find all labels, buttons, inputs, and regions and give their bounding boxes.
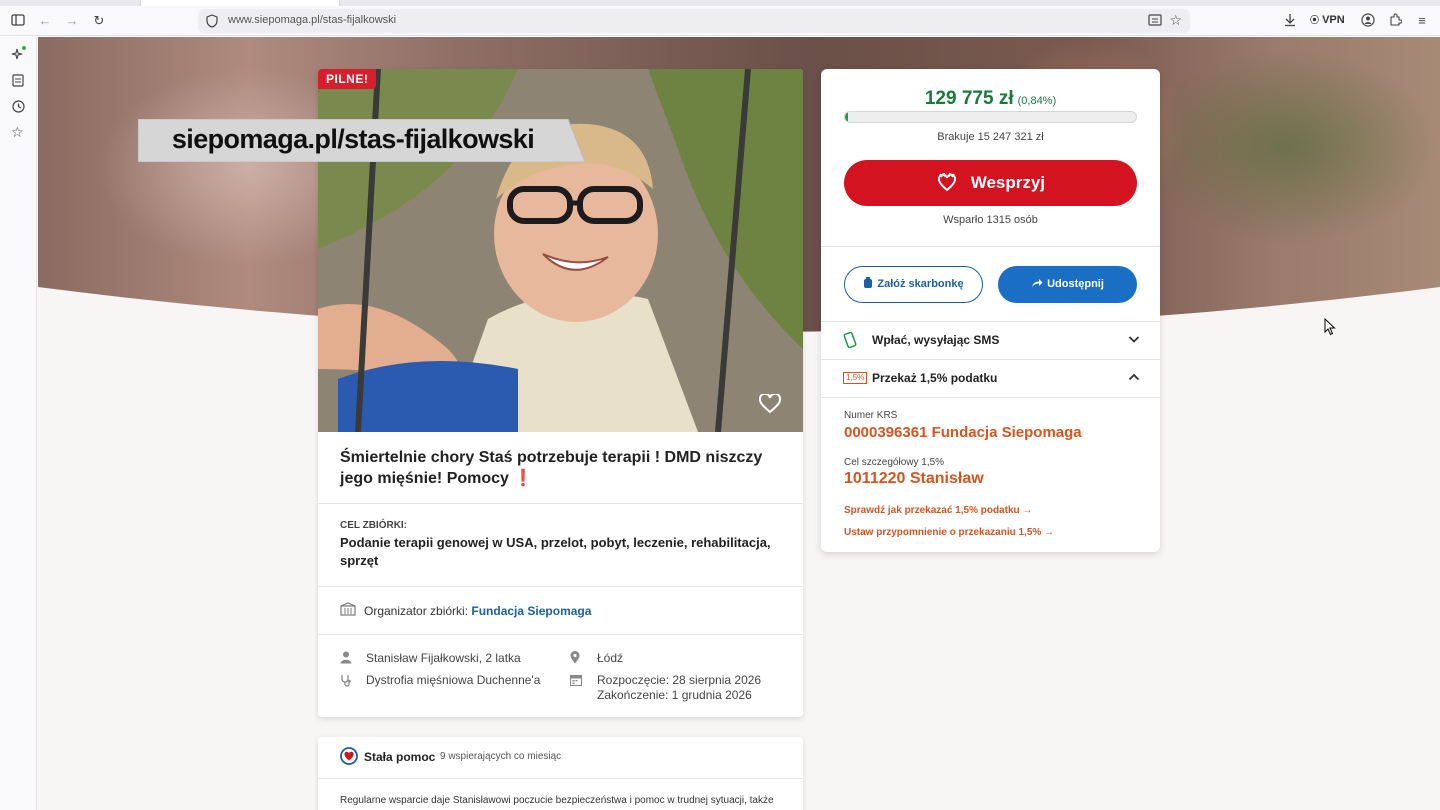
raised-amount: 129 775 zł (0,84%) [821,88,1160,110]
progress-fill [845,112,848,122]
support-button[interactable]: Wesprzyj [844,160,1137,206]
mouse-cursor-icon [1324,318,1336,336]
divider [821,397,1160,398]
constant-help-title: Stała pomoc [364,750,436,764]
supported-count: Wsparło 1315 osób [943,214,1038,226]
organizer: Organizator zbiórki: Fundacja Siepomaga [364,604,591,618]
urgent-badge: PILNE! [318,69,377,89]
diagnosis: Dystrofia mięśniowa Duchenne'a [366,673,541,687]
beneficiary: Stanisław Fijałkowski, 2 latka [366,651,521,665]
organizer-label: Organizator zbiórki: [364,604,469,618]
goal-label: CEL ZBIÓRKI: [340,520,408,531]
goal-code-label: Cel szczegółowy 1,5% [844,457,945,468]
helping-hands-icon [937,172,956,192]
vpn-label: VPN [1322,14,1345,26]
missing-amount: Brakuje 15 247 321 zł [937,131,1044,143]
stethoscope-icon [341,675,351,687]
reload-icon[interactable]: ↻ [91,13,107,29]
organizer-link[interactable]: Fundacja Siepomaga [471,604,591,618]
campaign-title: Śmiertelnie chory Staś potrzebuje terapi… [340,447,780,489]
organization-building-icon [340,602,356,616]
support-button-label: Wesprzyj [970,173,1046,192]
tax-accordion[interactable]: 1,5% Przekaż 1,5% podatku [821,359,1160,397]
constant-help-icon [340,747,358,765]
downloads-icon[interactable] [1282,13,1298,29]
share-arrow-icon [1032,279,1043,287]
vpn-icon: ⦿ [1310,15,1320,25]
divider [318,778,803,779]
sms-accordion[interactable]: Wpłać, wysyłając SMS [821,321,1160,359]
share-button[interactable]: Udostępnij [998,266,1137,303]
tax-percent-badge: 1,5% [843,372,868,384]
history-icon[interactable] [11,99,26,114]
shield-icon[interactable] [206,14,218,28]
browser-toolbar: ← → ↻ www.siepomaga.pl/stas-fijalkowski … [0,6,1440,36]
sms-label: Wpłać, wysyłając SMS [872,333,1000,347]
heart-icon[interactable] [759,394,781,414]
forward-icon[interactable]: → [64,13,80,29]
chevron-up-icon[interactable] [1128,371,1140,383]
browser-sidebar: ☆ [0,37,37,810]
divider [318,503,803,504]
campaign-card: PILNE! Śmiertelnie chory Staś potrzebuje… [318,69,803,717]
tabs-sync-icon[interactable] [11,73,26,88]
bookmark-star-icon[interactable]: ☆ [1169,12,1182,29]
calendar-icon [570,674,582,686]
url-overlay-text: siepomaga.pl/stas-fijalkowski [171,124,535,154]
raised-amount-value: 129 775 zł [924,88,1014,109]
sidebar-toggle-icon[interactable] [10,13,26,29]
chevron-down-icon[interactable] [1128,333,1140,345]
vpn-button[interactable]: ⦿ VPN [1310,13,1345,26]
reader-view-icon[interactable] [1148,13,1162,32]
account-icon[interactable] [1360,13,1376,29]
constant-help-text: Regularne wsparcie daje Stanisławowi poc… [340,795,774,806]
constant-help-card: Stała pomoc 9 wspierających co miesiąc R… [318,737,803,810]
donation-card: 129 775 zł (0,84%) Brakuje 15 247 321 zł … [821,69,1160,552]
share-button-label: Udostępnij [1047,278,1104,290]
raised-percent: (0,84%) [1017,95,1057,107]
extensions-icon[interactable] [1387,13,1403,29]
url-text[interactable]: www.siepomaga.pl/stas-fijalkowski [228,14,396,26]
check-tax-link[interactable]: Sprawdź jak przekazać 1,5% podatku → [844,505,1032,516]
location-pin-icon [570,651,580,664]
progress-bar [844,111,1137,123]
divider [318,634,803,635]
goal-text: Podanie terapii genowej w USA, przelot, … [340,535,771,568]
web-page: PILNE! Śmiertelnie chory Staś potrzebuje… [38,37,1440,810]
exclamation-mark: ❗ [513,470,534,487]
person-icon [340,651,352,664]
back-icon[interactable]: ← [37,13,53,29]
start-date: Rozpoczęcie: 28 sierpnia 2026 [597,673,762,687]
krs-value[interactable]: 0000396361 Fundacja Siepomaga [844,424,1082,441]
piggybank-button-label: Załóż skarbonkę [877,278,964,290]
menu-icon[interactable]: ≡ [1414,13,1430,29]
end-date: Zakończenie: 1 grudnia 2026 [597,688,752,702]
piggybank-icon [864,277,873,288]
krs-label: Numer KRS [844,410,898,421]
bookmarks-star-icon[interactable]: ☆ [11,125,26,140]
divider [318,586,803,587]
campaign-title-text: Śmiertelnie chory Staś potrzebuje terapi… [340,449,763,487]
location: Łódź [597,651,624,665]
piggybank-button[interactable]: Załóż skarbonkę [844,266,983,303]
reminder-link[interactable]: Ustaw przypomnienie o przekazaniu 1,5% → [844,527,1054,538]
ai-sparkle-icon[interactable] [11,46,26,61]
goal-code-value[interactable]: 1011220 Stanisław [844,470,984,488]
constant-help-subtitle: 9 wspierających co miesiąc [440,751,562,762]
address-bar[interactable]: www.siepomaga.pl/stas-fijalkowski ☆ [198,9,1190,33]
url-overlay-banner: siepomaga.pl/stas-fijalkowski [138,119,585,162]
phone-sms-icon [843,332,857,348]
tax-label: Przekaż 1,5% podatku [872,371,998,385]
divider [821,246,1160,247]
